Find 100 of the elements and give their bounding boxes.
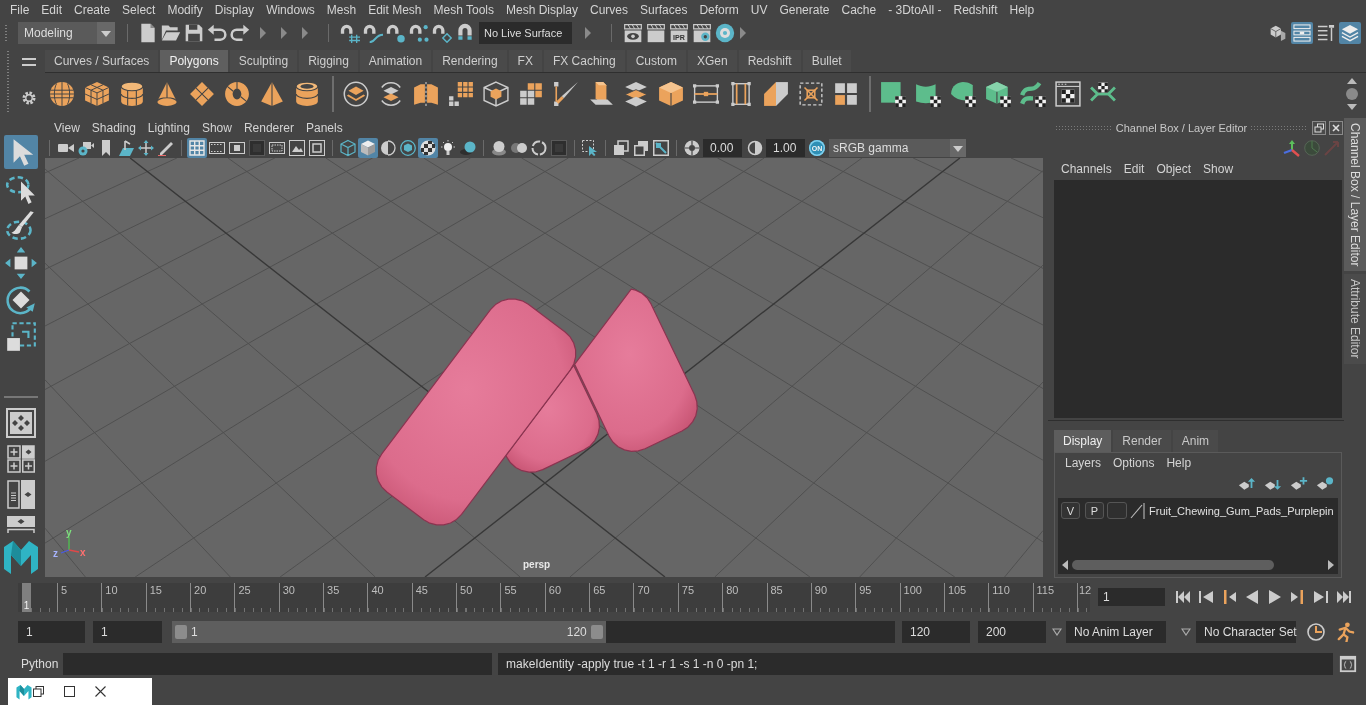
two-pane-layout-icon[interactable] xyxy=(7,480,35,509)
sphere-stack-icon[interactable] xyxy=(489,138,509,158)
live-surface-field[interactable]: No Live Surface xyxy=(479,22,572,44)
channel-menu-item[interactable]: Edit xyxy=(1117,160,1151,178)
exposure-field[interactable]: 0.00 xyxy=(703,139,742,157)
layer-tab[interactable]: Display xyxy=(1054,430,1112,452)
stacked-tiles-icon[interactable] xyxy=(623,81,649,107)
channel-menu-item[interactable]: Show xyxy=(1197,160,1240,178)
stacked-pane-layout-icon[interactable] xyxy=(7,516,35,533)
ring-icon[interactable] xyxy=(529,138,549,158)
clapboard-icon[interactable] xyxy=(646,23,666,43)
menu-item[interactable]: Surfaces xyxy=(634,1,694,19)
play-icon[interactable] xyxy=(1267,589,1283,605)
tool-list-icon[interactable] xyxy=(1315,22,1337,44)
squares-icon[interactable] xyxy=(833,81,859,107)
view-transform-dropdown[interactable]: sRGB gamma xyxy=(829,139,966,157)
panel-menu-item[interactable]: View xyxy=(48,119,86,137)
shelf-tab[interactable]: Sculpting xyxy=(229,50,298,72)
range-slider-track[interactable]: 1 120 xyxy=(172,620,895,643)
layer-arrow-up-icon[interactable] xyxy=(1238,475,1256,491)
cone-icon[interactable] xyxy=(154,81,180,107)
single-pane-layout-icon[interactable] xyxy=(6,408,36,438)
edge-loop-icon[interactable] xyxy=(693,81,719,107)
collapse-arrow-icon[interactable] xyxy=(302,25,308,41)
menu-item[interactable]: File xyxy=(4,1,36,19)
mirror-boxes-icon[interactable] xyxy=(413,81,439,107)
collapse-arrow-icon[interactable] xyxy=(740,25,746,41)
scale-icon[interactable] xyxy=(4,320,38,354)
shelf-tab[interactable]: FX xyxy=(508,50,542,72)
cylinder-icon[interactable] xyxy=(119,81,145,107)
checker-ball-icon[interactable] xyxy=(418,138,438,158)
render-disc-icon[interactable] xyxy=(715,23,735,43)
wire-cube-icon[interactable] xyxy=(483,81,509,107)
new-file-icon[interactable] xyxy=(138,23,158,43)
aperture-icon[interactable] xyxy=(682,138,702,158)
shelf-tab[interactable]: Custom xyxy=(626,50,686,72)
cube-in-circle-icon[interactable] xyxy=(398,138,418,158)
playback-start-field[interactable]: 1 xyxy=(93,620,162,643)
panel-menu-item[interactable]: Show xyxy=(195,119,238,137)
shelf-tab[interactable]: Polygons xyxy=(160,50,228,72)
torus-icon[interactable] xyxy=(224,81,250,107)
animation-start-field[interactable]: 1 xyxy=(18,620,85,643)
split-squares-icon[interactable] xyxy=(763,81,789,107)
menu-item[interactable]: Windows xyxy=(260,1,321,19)
step-back-icon[interactable] xyxy=(1198,589,1214,605)
menu-item[interactable]: Curves xyxy=(584,1,635,19)
script-editor-icon[interactable] xyxy=(1339,655,1357,673)
time-slider[interactable]: 5 10 15 20 25 30 35 40 45 50 55 60 65 70 75 80 85 90 95 100 105 110 115 12 1 xyxy=(18,582,1090,612)
layer-color-swatch[interactable] xyxy=(1107,502,1127,519)
overlap-squares-icon[interactable] xyxy=(611,138,631,158)
shelf-tab[interactable]: Animation xyxy=(359,50,432,72)
attribute-list-icon[interactable] xyxy=(1291,22,1313,44)
pyramid-icon[interactable] xyxy=(259,81,285,107)
character-set-field[interactable]: No Character Set xyxy=(1196,620,1296,643)
menu-item[interactable]: Redshift xyxy=(947,1,1004,19)
minimized-window[interactable] xyxy=(8,678,152,705)
clapboard-eye-icon[interactable] xyxy=(623,23,643,43)
script-language-button[interactable]: Python xyxy=(18,653,63,675)
shelf-tab[interactable]: Bullet xyxy=(802,50,851,72)
workspace-dropdown[interactable]: Modeling xyxy=(18,22,115,44)
gum-pad[interactable] xyxy=(375,298,577,526)
magnet-diamond-icon[interactable] xyxy=(432,23,452,43)
magnet-dots-icon[interactable] xyxy=(409,23,429,43)
layer-menu-item[interactable]: Help xyxy=(1160,454,1198,472)
gamma-field[interactable]: 1.00 xyxy=(766,139,805,157)
curved-checker-icon[interactable] xyxy=(915,81,941,107)
menu-item[interactable]: Help xyxy=(1003,1,1041,19)
open-folder-icon[interactable] xyxy=(161,23,181,43)
skip-to-end-icon[interactable] xyxy=(1336,589,1352,605)
square-checker-icon[interactable] xyxy=(880,81,906,107)
key-forward-icon[interactable] xyxy=(1290,589,1306,605)
menu-item[interactable]: Mesh Display xyxy=(500,1,585,19)
menu-item[interactable]: Create xyxy=(68,1,117,19)
collapse-arrow-icon[interactable] xyxy=(281,25,287,41)
safe-frame-icon[interactable] xyxy=(307,138,327,158)
magnet-curve-icon[interactable] xyxy=(363,23,383,43)
undo-icon[interactable] xyxy=(207,23,227,43)
close-icon[interactable] xyxy=(95,686,106,697)
panel-menu-item[interactable]: Panels xyxy=(299,119,349,137)
channel-menu-item[interactable]: Object xyxy=(1150,160,1198,178)
shelf-tab[interactable]: Rendering xyxy=(433,50,507,72)
stacked-layers-icon[interactable] xyxy=(1339,22,1361,44)
close-icon[interactable] xyxy=(1329,121,1343,135)
menu-item[interactable]: Select xyxy=(116,1,162,19)
four-pane-layout-icon[interactable] xyxy=(7,445,35,473)
pipe-icon[interactable] xyxy=(294,81,320,107)
slash-icon[interactable] xyxy=(1130,501,1145,520)
layers-circle-icon[interactable] xyxy=(343,81,369,107)
edge-columns-icon[interactable] xyxy=(728,81,754,107)
shelf-tab[interactable]: XGen xyxy=(687,50,737,72)
layer-menu-item[interactable]: Layers xyxy=(1059,454,1108,472)
checker-window-icon[interactable] xyxy=(1055,81,1081,107)
save-icon[interactable] xyxy=(184,23,204,43)
channel-menu-item[interactable]: Channels xyxy=(1055,160,1118,178)
maximize-icon[interactable] xyxy=(64,686,75,697)
menu-item[interactable]: Display xyxy=(208,1,261,19)
drag-handle[interactable] xyxy=(4,24,8,42)
scroll-up-icon[interactable] xyxy=(1347,78,1357,84)
menu-item[interactable]: Mesh Tools xyxy=(427,1,500,19)
scrollbar-thumb[interactable] xyxy=(1072,559,1274,570)
